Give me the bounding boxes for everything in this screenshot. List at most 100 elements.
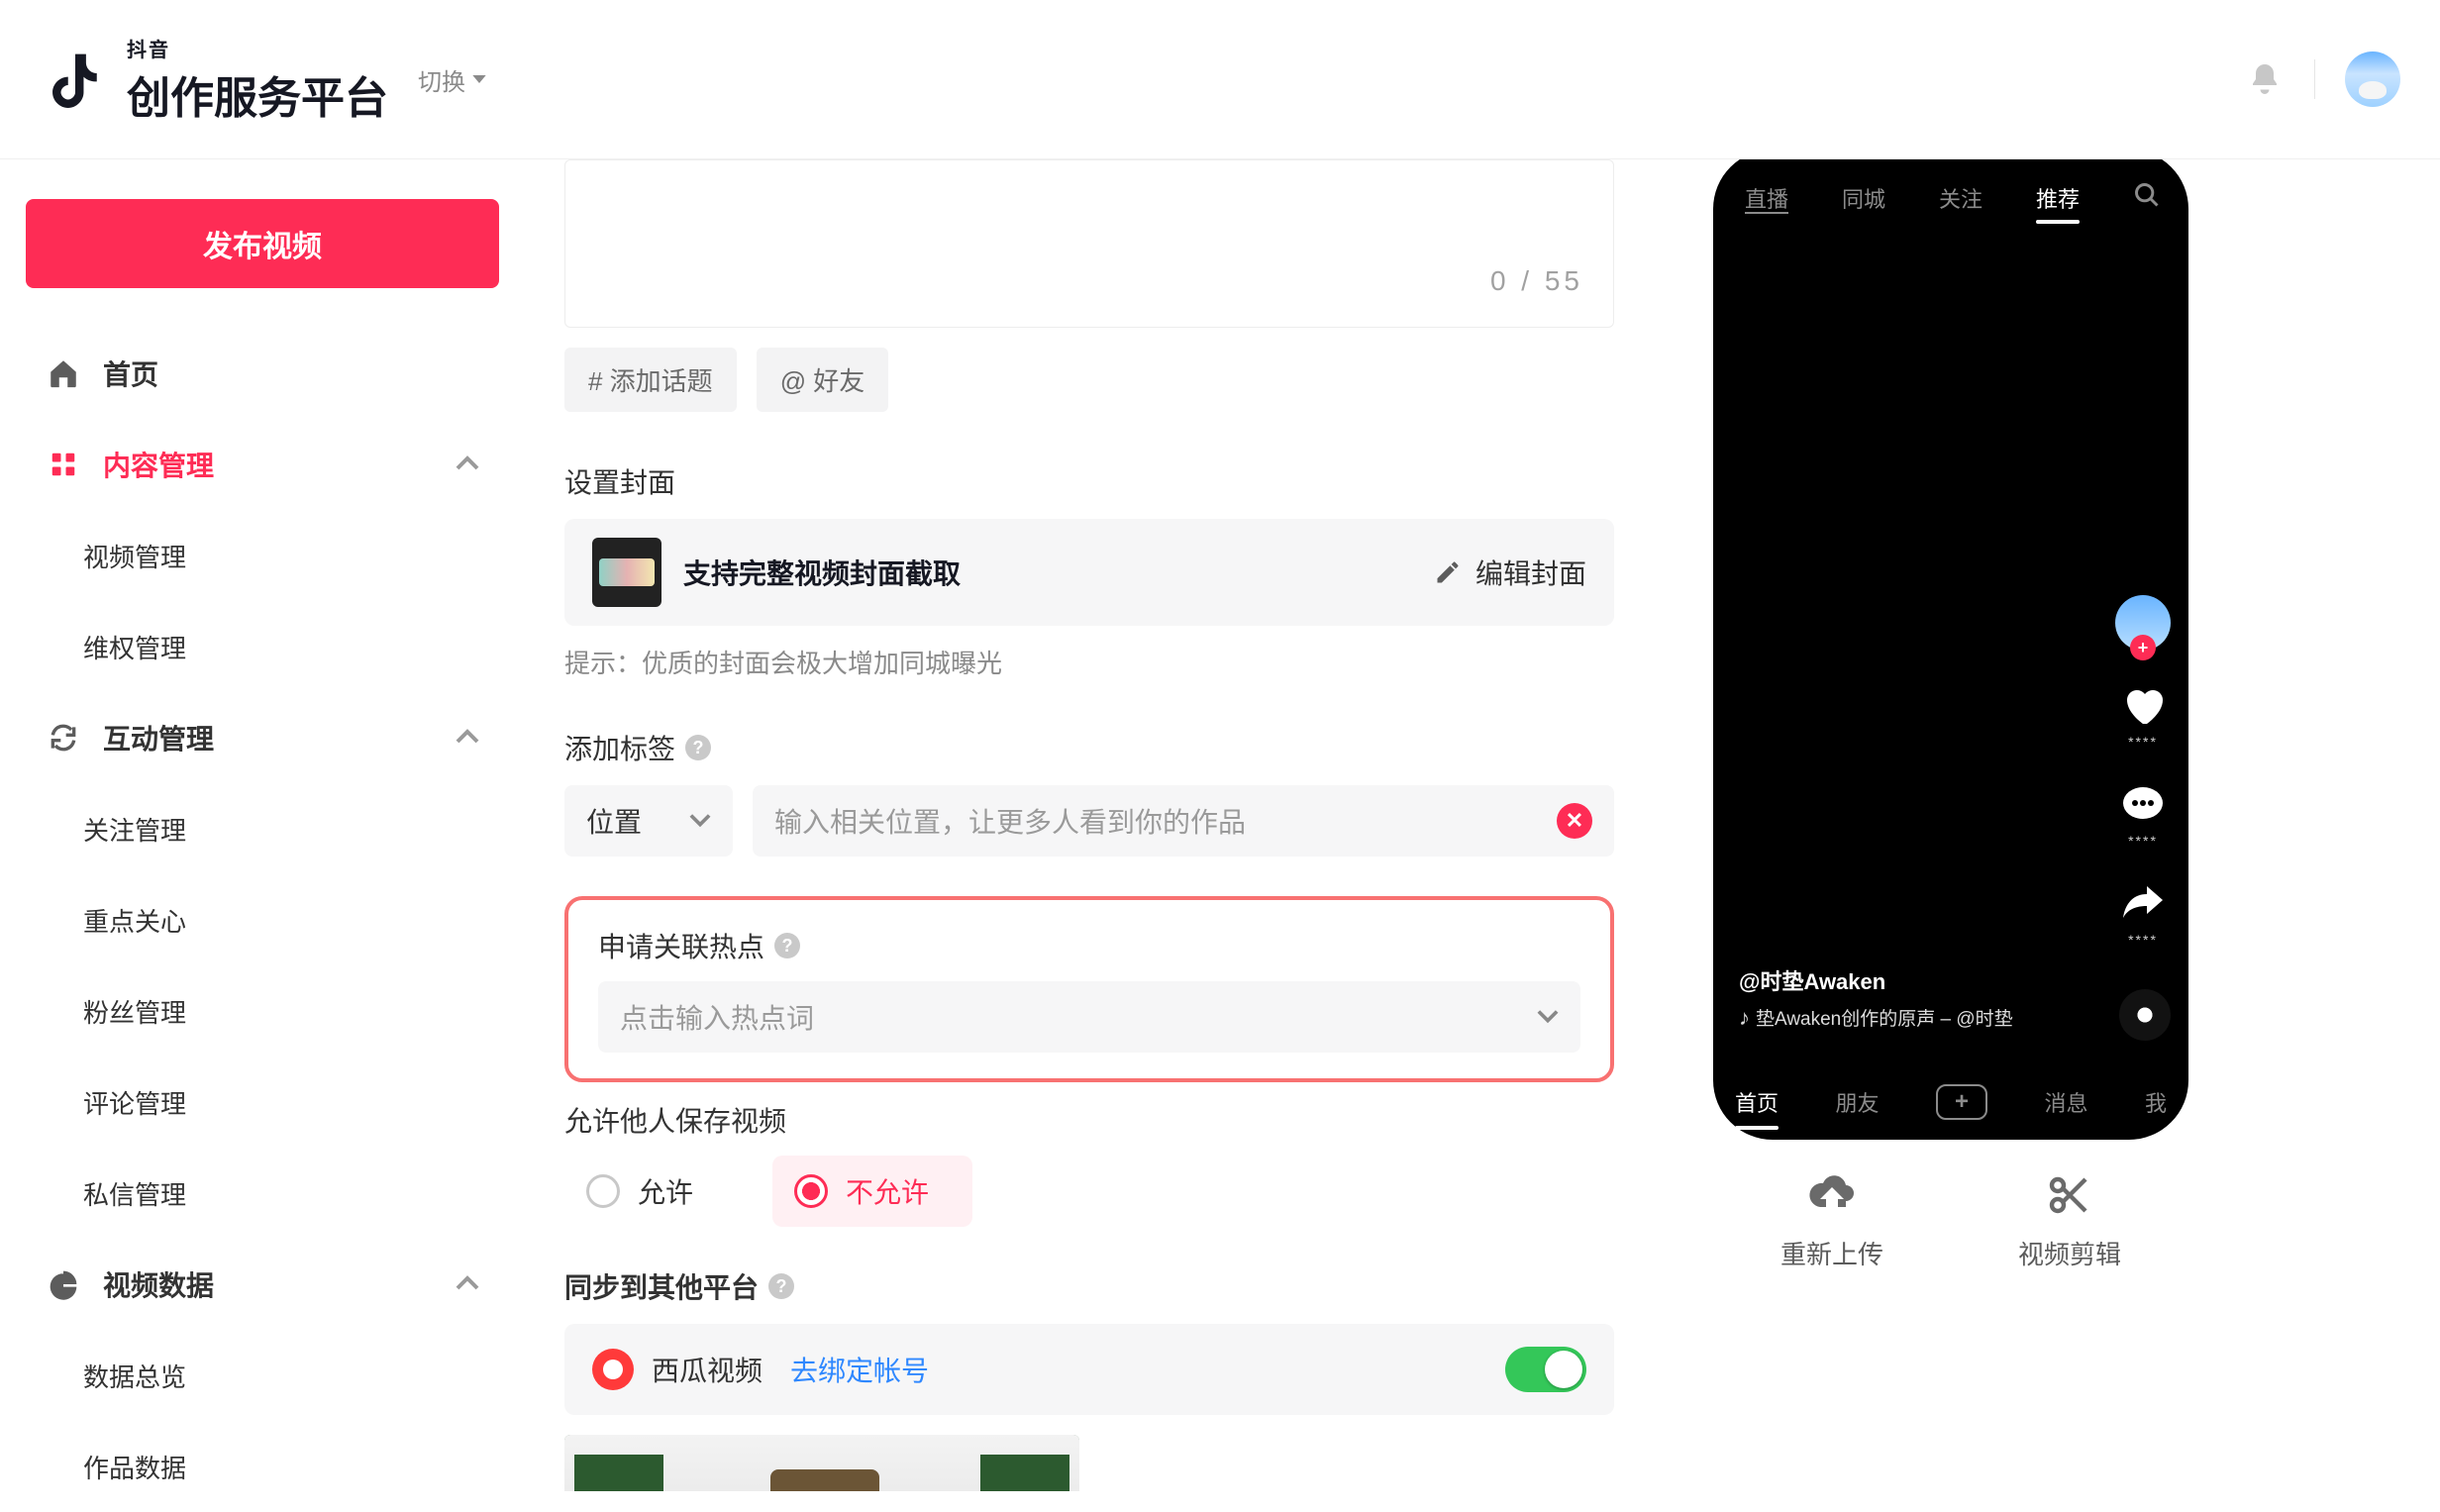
phone-nav-item[interactable]: 首页 — [1735, 1086, 1779, 1118]
cover-desc: 支持完整视频封面截取 — [683, 553, 1412, 592]
help-icon[interactable]: ? — [685, 735, 711, 760]
nav-item-grid[interactable]: 内容管理 — [26, 419, 499, 510]
add-topic-chip[interactable]: # 添加话题 — [564, 348, 737, 412]
header: 抖音 创作服务平台 切换 — [0, 0, 2440, 159]
chevron-up-icon — [456, 1272, 479, 1296]
edit-cover-label: 编辑封面 — [1475, 553, 1586, 592]
chevron-up-icon — [456, 726, 479, 750]
phone-actions: + **** **** **** — [2115, 595, 2171, 948]
comment-button[interactable]: **** — [2119, 781, 2167, 849]
phone-nav-item[interactable]: 朋友 — [1836, 1086, 1880, 1118]
phone-preview: 直播 同城 关注 推荐 + **** **** — [1713, 159, 2188, 1140]
nav-child-item[interactable]: 维权管理 — [26, 601, 499, 692]
header-left: 抖音 创作服务平台 切换 — [40, 34, 487, 126]
tag-type-select[interactable]: 位置 — [564, 785, 733, 857]
phone-caption: @时垫Awaken ♪ 垫Awaken创作的原声 – @时垫 — [1739, 964, 2089, 1031]
trim-button[interactable]: 视频剪辑 — [1951, 1169, 2188, 1271]
caption-music: ♪ 垫Awaken创作的原声 – @时垫 — [1739, 1004, 2089, 1031]
logo-text: 抖音 创作服务平台 — [127, 34, 388, 126]
douyin-logo-icon — [40, 44, 111, 115]
nav-child-item[interactable]: 粉丝管理 — [26, 965, 499, 1057]
hotspot-highlight: 申请关联热点 ? 点击输入热点词 — [564, 896, 1614, 1082]
save-video-title: 允许他人保存视频 — [564, 1100, 1614, 1140]
home-icon — [46, 355, 81, 391]
nav-child-item[interactable]: 重点关心 — [26, 874, 499, 965]
phone-tab[interactable]: 直播 — [1745, 182, 1788, 214]
location-placeholder: 输入相关位置，让更多人看到你的作品 — [774, 801, 1246, 841]
cover-thumbnail[interactable] — [592, 538, 661, 607]
nav-item-home[interactable]: 首页 — [26, 328, 499, 419]
bell-icon[interactable] — [2245, 59, 2285, 99]
publish-button[interactable]: 发布视频 — [26, 199, 499, 288]
title-editor[interactable]: 0 / 55 — [564, 159, 1614, 328]
refresh-icon — [46, 720, 81, 756]
radio-dot-icon — [586, 1174, 620, 1208]
nav-item-pie[interactable]: 视频数据 — [26, 1239, 499, 1330]
help-icon[interactable]: ? — [768, 1273, 794, 1299]
tags-title-text: 添加标签 — [564, 728, 675, 767]
radio-deny-label: 不允许 — [846, 1171, 929, 1211]
reupload-button[interactable]: 重新上传 — [1713, 1169, 1951, 1271]
radio-deny[interactable]: 不允许 — [772, 1156, 972, 1227]
phone-avatar[interactable]: + — [2115, 595, 2171, 651]
avatar[interactable] — [2345, 51, 2400, 107]
phone-tab[interactable]: 同城 — [1842, 182, 1885, 214]
switch-link[interactable]: 切换 — [418, 62, 487, 97]
phone-nav-item[interactable]: 我 — [2145, 1086, 2167, 1118]
sync-section-title: 同步到其他平台 ? — [564, 1266, 1614, 1306]
clear-icon[interactable]: ✕ — [1557, 803, 1592, 839]
reupload-label: 重新上传 — [1780, 1235, 1883, 1271]
music-disc-icon[interactable] — [2119, 989, 2171, 1041]
music-note-icon: ♪ — [1739, 1005, 1750, 1031]
like-button[interactable]: **** — [2119, 682, 2167, 750]
cover-section-title: 设置封面 — [564, 461, 1614, 501]
sync-toggle[interactable] — [1505, 1347, 1586, 1392]
nav-item-refresh[interactable]: 互动管理 — [26, 692, 499, 783]
hotspot-title: 申请关联热点 ? — [598, 926, 1580, 965]
nav-child-item[interactable]: 关注管理 — [26, 783, 499, 874]
pencil-icon — [1434, 558, 1462, 586]
chevron-down-icon — [689, 810, 711, 832]
header-right — [2245, 51, 2400, 107]
phone-nav-item[interactable]: 消息 — [2044, 1086, 2087, 1118]
phone-create-button[interactable]: + — [1936, 1084, 1987, 1120]
chevron-down-icon — [1537, 1006, 1559, 1028]
bind-account-link[interactable]: 去绑定帐号 — [790, 1350, 929, 1389]
tag-type-label: 位置 — [586, 801, 642, 841]
cover-tip: 提示：优质的封面会极大增加同城曝光 — [564, 644, 1614, 680]
edit-cover-button[interactable]: 编辑封面 — [1434, 553, 1586, 592]
nav-child-item[interactable]: 私信管理 — [26, 1148, 499, 1239]
caption-user: @时垫Awaken — [1739, 964, 2089, 996]
follow-plus-icon: + — [2130, 635, 2156, 660]
nav-child-item[interactable]: 数据总览 — [26, 1330, 499, 1421]
phone-tabs: 直播 同城 关注 推荐 — [1735, 181, 2167, 215]
nav-item-label: 内容管理 — [103, 445, 214, 484]
nav-child-item[interactable]: 评论管理 — [26, 1057, 499, 1148]
tags-section-title: 添加标签 ? — [564, 728, 1614, 767]
logo-title: 创作服务平台 — [127, 62, 388, 126]
help-icon[interactable]: ? — [774, 933, 800, 958]
phone-nav: 首页 朋友 + 消息 我 — [1735, 1084, 2167, 1120]
video-preview[interactable] — [564, 1435, 1079, 1491]
location-input[interactable]: 输入相关位置，让更多人看到你的作品 ✕ — [753, 785, 1614, 857]
radio-allow[interactable]: 允许 — [564, 1156, 737, 1227]
hotspot-input[interactable]: 点击输入热点词 — [598, 981, 1580, 1053]
share-button[interactable]: **** — [2119, 880, 2167, 948]
nav: 首页内容管理视频管理维权管理互动管理关注管理重点关心粉丝管理评论管理私信管理视频… — [26, 328, 499, 1512]
radio-dot-icon — [794, 1174, 828, 1208]
mention-friend-chip[interactable]: @ 好友 — [757, 348, 889, 412]
sync-platform: 西瓜视频 — [652, 1350, 762, 1389]
switch-label: 切换 — [418, 62, 465, 97]
comment-icon — [2119, 781, 2167, 829]
caption-music-text: 垫Awaken创作的原声 – @时垫 — [1756, 1004, 2013, 1031]
search-icon[interactable] — [2133, 181, 2161, 215]
main-form: 0 / 55 # 添加话题 @ 好友 设置封面 支持完整视频封面截取 编辑封面 … — [564, 159, 1614, 1491]
logo[interactable]: 抖音 创作服务平台 — [40, 34, 388, 126]
sync-title-text: 同步到其他平台 — [564, 1266, 759, 1306]
phone-tab[interactable]: 关注 — [1939, 182, 1982, 214]
nav-item-label: 视频数据 — [103, 1264, 214, 1304]
nav-child-item[interactable]: 作品数据 — [26, 1421, 499, 1512]
divider — [2314, 59, 2315, 99]
nav-child-item[interactable]: 视频管理 — [26, 510, 499, 601]
phone-tab[interactable]: 推荐 — [2036, 182, 2080, 214]
